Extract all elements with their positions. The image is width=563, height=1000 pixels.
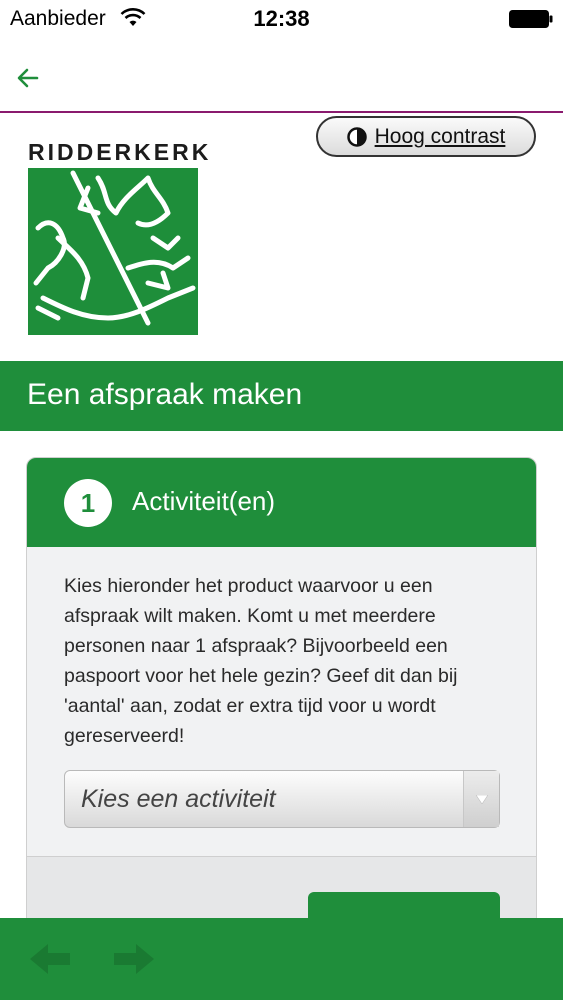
arrow-left-icon <box>17 68 39 88</box>
step-instructions: Kies hieronder het product waarvoor u ee… <box>64 575 458 747</box>
step-footer <box>27 856 536 926</box>
page-title: Een afspraak maken <box>27 378 303 411</box>
toolbar-back-button[interactable] <box>28 942 72 976</box>
battery-icon <box>509 10 553 28</box>
arrow-left-icon <box>30 944 70 974</box>
ridderkerk-logo <box>28 168 198 335</box>
site-header: RIDDERKERK Hoog contrast <box>0 113 563 361</box>
activity-select-value: Kies een activiteit <box>81 785 276 813</box>
clock: 12:38 <box>253 6 310 31</box>
browser-toolbar <box>0 918 563 1000</box>
navigation-bar <box>0 38 563 113</box>
step-header: 1 Activiteit(en) <box>27 458 536 547</box>
activity-select[interactable]: Kies een activiteit <box>64 770 500 828</box>
toolbar-forward-button[interactable] <box>112 942 156 976</box>
brand-name: RIDDERKERK <box>28 139 212 165</box>
triangle-down-icon <box>475 794 488 804</box>
select-arrow[interactable] <box>463 771 499 827</box>
step-title: Activiteit(en) <box>132 486 276 516</box>
arrow-right-icon <box>114 944 154 974</box>
back-button[interactable] <box>10 60 46 96</box>
page-title-banner: Een afspraak maken <box>0 361 563 431</box>
step-number-badge: 1 <box>64 479 112 527</box>
half-circle-icon <box>346 126 367 147</box>
high-contrast-button[interactable]: Hoog contrast <box>316 116 536 157</box>
high-contrast-label: Hoog contrast <box>374 124 506 148</box>
status-bar: Aanbieder 12:38 <box>0 0 563 38</box>
step-card: 1 Activiteit(en) Kies hieronder het prod… <box>26 457 537 927</box>
